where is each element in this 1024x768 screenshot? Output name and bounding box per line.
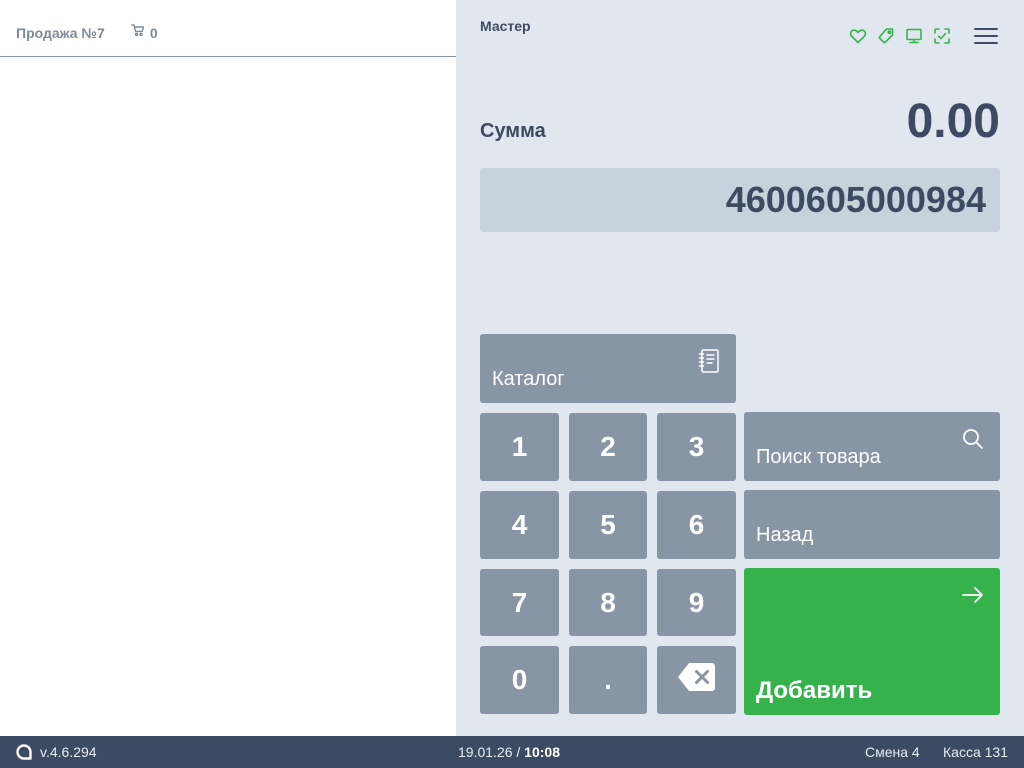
catalog-label: Каталог: [492, 368, 565, 390]
status-bar: v.4.6.294 19.01.26 / 10:08 Смена 4 Касса…: [0, 736, 1024, 768]
search-product-label: Поиск товара: [756, 446, 881, 468]
menu-icon-line: [974, 42, 998, 44]
search-product-button[interactable]: Поиск товара: [744, 412, 1000, 481]
key-4[interactable]: 4: [480, 491, 559, 559]
app-version: v.4.6.294: [40, 744, 97, 760]
cart-indicator: 0: [131, 23, 158, 42]
heart-icon[interactable]: [848, 26, 868, 46]
catalog-icon: [696, 348, 722, 374]
sum-label: Сумма: [480, 120, 546, 142]
cart-icon: [131, 23, 145, 42]
back-button[interactable]: Назад: [744, 490, 1000, 559]
key-0[interactable]: 0: [480, 646, 559, 714]
time: 10:08: [524, 744, 560, 760]
register-number: Касса 131: [943, 744, 1008, 760]
tag-icon[interactable]: [876, 26, 896, 46]
catalog-button[interactable]: Каталог: [480, 334, 736, 403]
key-9[interactable]: 9: [657, 569, 736, 636]
key-7[interactable]: 7: [480, 569, 559, 636]
scan-icon[interactable]: [932, 26, 952, 46]
shift-number: Смена 4: [865, 744, 920, 760]
sale-panel: Продажа №7 0: [0, 0, 456, 736]
arrow-right-icon: [960, 582, 986, 608]
date: 19.01.26: [458, 744, 513, 760]
back-label: Назад: [756, 524, 814, 546]
date-time: 19.01.26 / 10:08: [458, 744, 560, 760]
cashier-name: Мастер: [480, 18, 531, 34]
monitor-icon[interactable]: [904, 26, 924, 46]
backspace-icon: [677, 661, 717, 700]
add-button[interactable]: Добавить: [744, 568, 1000, 715]
key-3[interactable]: 3: [657, 413, 736, 481]
sale-items-list: [0, 58, 456, 736]
add-label: Добавить: [756, 677, 873, 704]
date-time-separator: /: [516, 744, 521, 760]
cart-count: 0: [149, 24, 158, 41]
key-2[interactable]: 2: [569, 413, 647, 481]
key-1[interactable]: 1: [480, 413, 559, 481]
key-8[interactable]: 8: [569, 569, 647, 636]
menu-icon-line: [974, 28, 998, 30]
key-5[interactable]: 5: [569, 491, 647, 559]
menu-button[interactable]: [972, 24, 1000, 48]
sum-value: 0.00: [906, 95, 1000, 148]
backspace-button[interactable]: [657, 646, 736, 714]
status-icons: [848, 26, 960, 46]
menu-icon-line: [974, 35, 998, 37]
key-6[interactable]: 6: [657, 491, 736, 559]
app-logo-icon: [16, 744, 32, 760]
sale-title: Продажа №7: [16, 24, 105, 41]
barcode-input[interactable]: [480, 168, 1000, 232]
key-dot[interactable]: .: [569, 646, 647, 714]
search-icon: [960, 426, 986, 452]
sale-header: Продажа №7 0: [0, 0, 456, 57]
cashier-panel: Мастер Сумма 0.00 4600605000984 Каталог …: [456, 0, 1024, 736]
